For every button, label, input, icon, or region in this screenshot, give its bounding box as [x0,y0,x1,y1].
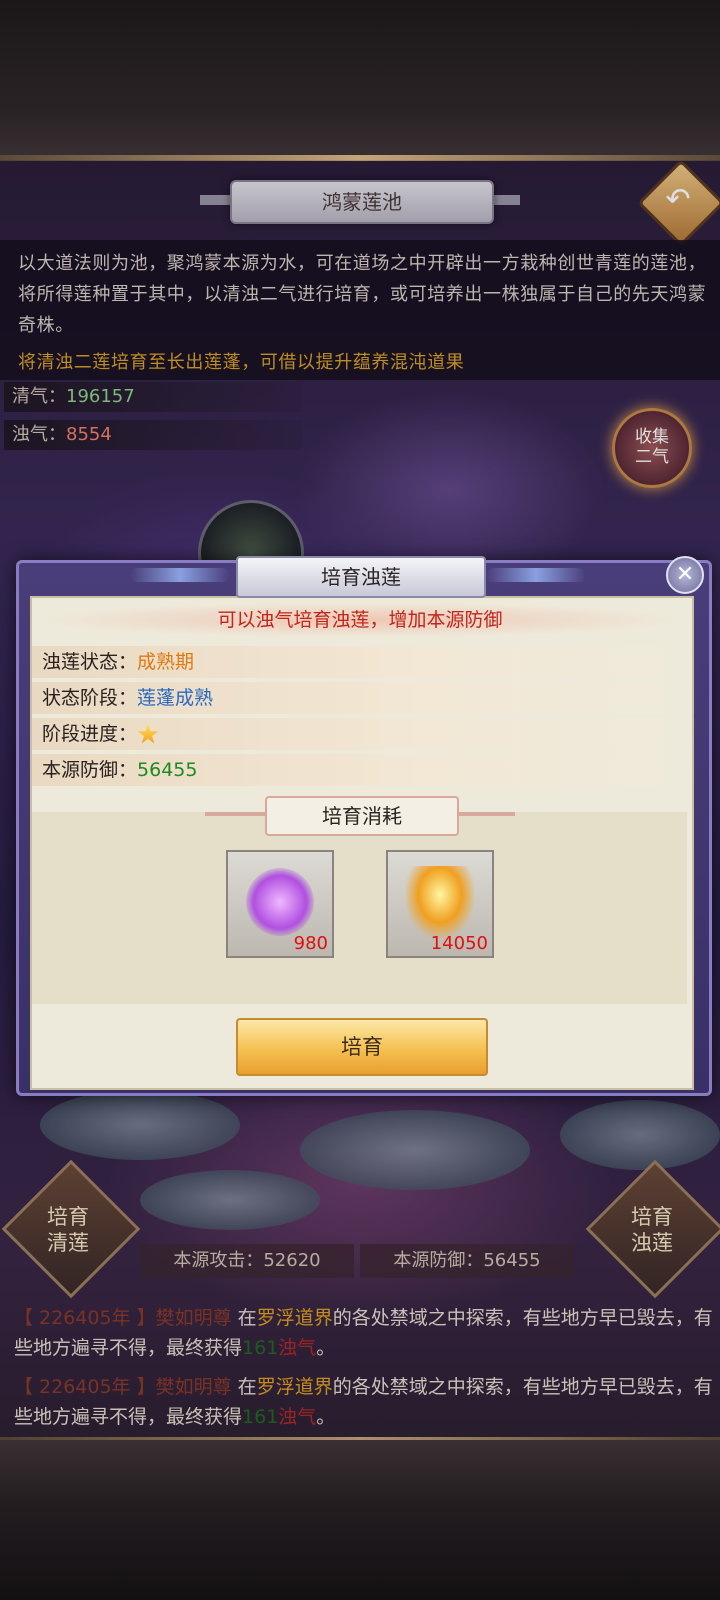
cost-panel [32,812,687,1004]
cost-item-slot[interactable]: 14050 [386,850,494,958]
info-label: 浊莲状态： [42,651,138,673]
lotus-state-value: 成熟期 [137,651,195,673]
modal-title-wing-right [486,568,586,582]
top-letterbox [0,0,720,160]
cost-item-count: 980 [293,933,328,954]
modal-title-wing-left [130,568,230,582]
cost-item-slot[interactable]: 980 [226,850,334,958]
info-label: 状态阶段： [42,687,138,709]
origin-defense-row: 本源防御：56455 [32,754,697,786]
cost-title-wing-right [455,812,515,816]
nurture-button[interactable]: 培育 [236,1018,488,1076]
bottom-letterbox [0,1440,720,1600]
close-x-icon[interactable]: ✕ [666,556,704,594]
cost-item-count: 14050 [430,933,488,954]
star-icon [137,723,159,744]
state-stage-row: 状态阶段：莲蓬成熟 [32,682,697,714]
state-stage-value: 莲蓬成熟 [137,687,214,709]
purple-mist-icon [246,868,314,936]
origin-defense-value: 56455 [137,759,198,781]
stage-progress-row: 阶段进度： [32,718,697,750]
modal-banner: 可以浊气培育浊莲，增加本源防御 [30,602,690,638]
lotus-state-row: 浊莲状态：成熟期 [32,646,697,678]
fire-lotus-icon [406,866,474,938]
cost-title-wing-left [205,812,265,816]
info-label: 阶段进度： [42,723,138,745]
modal-title: 培育浊莲 [236,556,486,598]
info-label: 本源防御： [42,759,138,781]
cost-title: 培育消耗 [265,796,459,836]
